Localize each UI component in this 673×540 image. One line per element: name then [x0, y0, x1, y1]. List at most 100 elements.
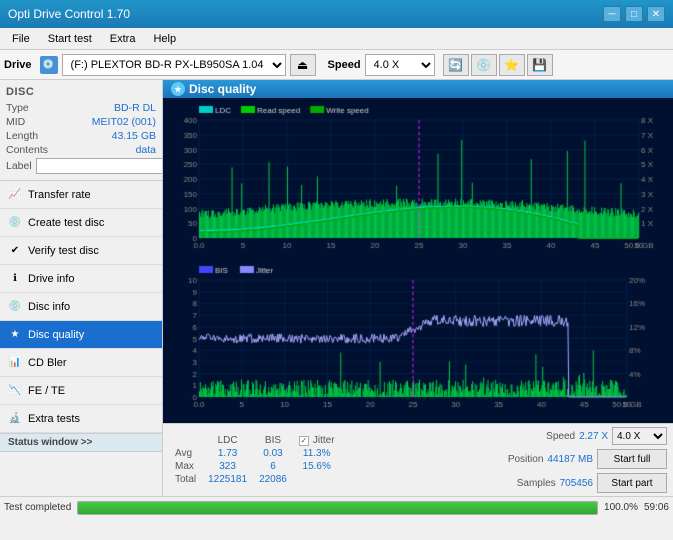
menu-start-test[interactable]: Start test — [40, 31, 100, 47]
sidebar-item-transfer-rate[interactable]: 📈 Transfer rate — [0, 181, 162, 209]
sidebar-item-verify-test-disc[interactable]: ✔ Verify test disc — [0, 237, 162, 265]
sidebar-label-extra-tests: Extra tests — [28, 413, 80, 425]
label-input[interactable] — [36, 158, 163, 174]
sidebar-label-verify-test-disc: Verify test disc — [28, 245, 99, 257]
disc-type-row: Type BD-R DL — [6, 102, 156, 114]
drive-info-icon: ℹ — [8, 272, 22, 286]
disc-section-title: Disc — [6, 86, 156, 98]
sidebar-item-fe-te[interactable]: 📉 FE / TE — [0, 377, 162, 405]
samples-value: 705456 — [560, 478, 593, 489]
sidebar-label-drive-info: Drive info — [28, 273, 74, 285]
avg-label: Avg — [169, 447, 202, 460]
disc-mid-value: MEIT02 (001) — [92, 116, 156, 128]
col-ldc: LDC — [202, 434, 253, 447]
verify-test-disc-icon: ✔ — [8, 244, 22, 258]
sidebar-label-disc-quality: Disc quality — [28, 329, 84, 341]
status-text: Test completed — [4, 502, 71, 513]
disc-info-icon: 💿 — [8, 300, 22, 314]
speed-stat-value: 2.27 X — [579, 431, 608, 442]
col-jitter: Jitter — [313, 435, 335, 446]
lower-chart — [167, 262, 669, 419]
disc-mid-row: MID MEIT02 (001) — [6, 116, 156, 128]
stats-avg-row: Avg 1.73 0.03 11.3% — [169, 447, 341, 460]
speed-control: Speed 2.27 X 4.0 X — [546, 427, 667, 445]
sidebar-label-fe-te: FE / TE — [28, 385, 65, 397]
drive-label: Drive — [4, 59, 32, 71]
tool-star-button[interactable]: ⭐ — [499, 54, 525, 76]
jitter-checkbox[interactable]: ✓ — [299, 436, 309, 446]
sidebar-label-disc-info: Disc info — [28, 301, 70, 313]
drive-select[interactable]: (F:) PLEXTOR BD-R PX-LB950SA 1.04 — [62, 54, 286, 76]
bottom-controls: LDC BIS ✓ Jitter Avg — [163, 423, 673, 496]
total-label: Total — [169, 473, 202, 486]
disc-length-row: Length 43.15 GB — [6, 130, 156, 142]
tool-disc-button[interactable]: 💿 — [471, 54, 497, 76]
status-window-header: Status window >> — [0, 433, 162, 452]
total-jitter — [293, 473, 341, 486]
stats-total-row: Total 1225181 22086 — [169, 473, 341, 486]
right-panel: ★ Disc quality LDC — [163, 80, 673, 496]
avg-jitter: 11.3% — [293, 447, 341, 460]
eject-button[interactable]: ⏏ — [290, 54, 316, 76]
sidebar-item-disc-quality[interactable]: ★ Disc quality — [0, 321, 162, 349]
ctrl-speed-select[interactable]: 4.0 X — [612, 427, 667, 445]
menu-help[interactable]: Help — [145, 31, 184, 47]
menu-bar: File Start test Extra Help — [0, 28, 673, 50]
sidebar-label-transfer-rate: Transfer rate — [28, 189, 91, 201]
progress-bar-outer — [77, 501, 598, 515]
stats-table: LDC BIS ✓ Jitter Avg — [169, 434, 504, 486]
drive-icon: 💿 — [40, 56, 58, 74]
avg-ldc: 1.73 — [202, 447, 253, 460]
speed-label: Speed — [328, 59, 361, 71]
menu-file[interactable]: File — [4, 31, 38, 47]
main-content: Disc Type BD-R DL MID MEIT02 (001) Lengt… — [0, 80, 673, 496]
drive-toolbar: Drive 💿 (F:) PLEXTOR BD-R PX-LB950SA 1.0… — [0, 50, 673, 80]
time-elapsed: 59:06 — [644, 502, 669, 513]
maximize-button[interactable]: □ — [625, 6, 643, 22]
minimize-button[interactable]: ─ — [603, 6, 621, 22]
sidebar-item-disc-info[interactable]: 💿 Disc info — [0, 293, 162, 321]
disc-type-value: BD-R DL — [114, 102, 156, 114]
menu-extra[interactable]: Extra — [102, 31, 144, 47]
avg-bis: 0.03 — [253, 447, 293, 460]
tool-save-button[interactable]: 💾 — [527, 54, 553, 76]
speed-select[interactable]: 4.0 X — [365, 54, 435, 76]
sidebar-label-cd-bler: CD Bler — [28, 357, 67, 369]
disc-quality-header-icon: ★ — [171, 82, 185, 96]
sidebar-item-create-test-disc[interactable]: 💿 Create test disc — [0, 209, 162, 237]
upper-chart-container — [167, 102, 669, 260]
window-controls: ─ □ ✕ — [603, 6, 665, 22]
status-window-label: Status window >> — [8, 437, 92, 448]
sidebar: Disc Type BD-R DL MID MEIT02 (001) Lengt… — [0, 80, 163, 496]
speed-stat-label: Speed — [546, 431, 575, 442]
start-part-button[interactable]: Start part — [597, 473, 667, 493]
create-test-disc-icon: 💿 — [8, 216, 22, 230]
disc-section: Disc Type BD-R DL MID MEIT02 (001) Lengt… — [0, 80, 162, 181]
total-ldc: 1225181 — [202, 473, 253, 486]
disc-length-label: Length — [6, 130, 38, 142]
position-label: Position — [508, 454, 544, 465]
sidebar-item-cd-bler[interactable]: 📊 CD Bler — [0, 349, 162, 377]
disc-contents-value: data — [136, 144, 156, 156]
max-bis: 6 — [253, 460, 293, 473]
disc-label-row: Label ✎ — [6, 158, 156, 174]
tool-refresh-button[interactable]: 🔄 — [443, 54, 469, 76]
jitter-row: ✓ Jitter — [299, 435, 335, 446]
transfer-rate-icon: 📈 — [8, 188, 22, 202]
position-control: Position 44187 MB Start full — [508, 449, 667, 469]
position-value: 44187 MB — [547, 454, 593, 465]
sidebar-item-drive-info[interactable]: ℹ Drive info — [0, 265, 162, 293]
sidebar-item-extra-tests[interactable]: 🔬 Extra tests — [0, 405, 162, 433]
progress-bar-container: Test completed 100.0% 59:06 — [0, 496, 673, 518]
disc-mid-label: MID — [6, 116, 25, 128]
right-controls: Speed 2.27 X 4.0 X Position 44187 MB Sta… — [508, 427, 667, 493]
fe-te-icon: 📉 — [8, 384, 22, 398]
progress-bar-inner — [78, 502, 597, 514]
col-bis: BIS — [253, 434, 293, 447]
disc-quality-icon: ★ — [8, 328, 22, 342]
total-bis: 22086 — [253, 473, 293, 486]
charts-area — [163, 98, 673, 423]
start-full-button[interactable]: Start full — [597, 449, 667, 469]
close-button[interactable]: ✕ — [647, 6, 665, 22]
title-bar: Opti Drive Control 1.70 ─ □ ✕ — [0, 0, 673, 28]
